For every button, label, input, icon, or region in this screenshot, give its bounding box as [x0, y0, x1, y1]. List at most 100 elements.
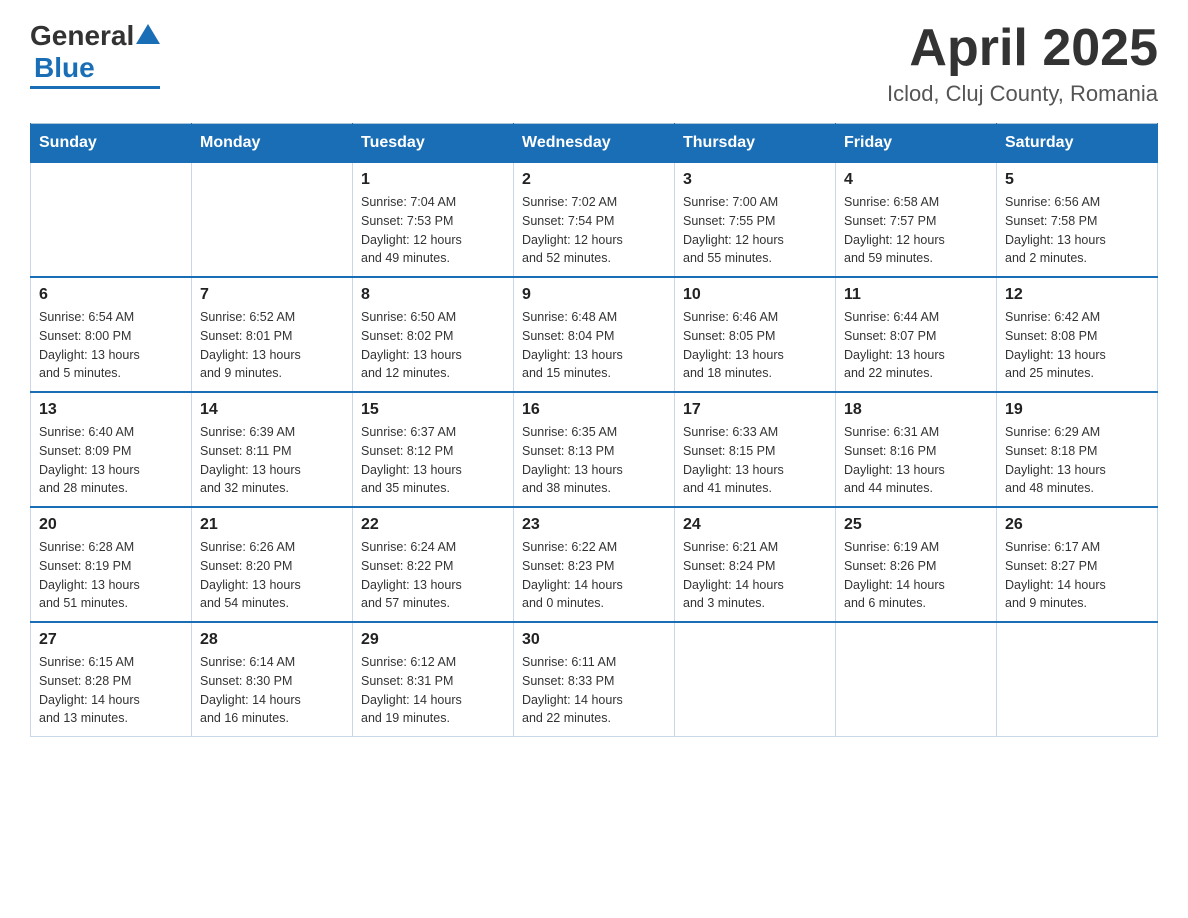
- day-number: 10: [683, 286, 827, 304]
- day-info: Sunrise: 6:42 AMSunset: 8:08 PMDaylight:…: [1005, 308, 1149, 383]
- day-number: 13: [39, 401, 183, 419]
- day-number: 20: [39, 516, 183, 534]
- table-row: 11 Sunrise: 6:44 AMSunset: 8:07 PMDayligh…: [836, 277, 997, 392]
- day-info: Sunrise: 6:31 AMSunset: 8:16 PMDaylight:…: [844, 423, 988, 498]
- calendar-week-row: 20 Sunrise: 6:28 AMSunset: 8:19 PMDayligh…: [31, 507, 1158, 622]
- table-row: 5 Sunrise: 6:56 AMSunset: 7:58 PMDaylight…: [997, 163, 1158, 278]
- day-number: 19: [1005, 401, 1149, 419]
- calendar-subtitle: Iclod, Cluj County, Romania: [887, 81, 1158, 107]
- table-row: 14 Sunrise: 6:39 AMSunset: 8:11 PMDayligh…: [192, 392, 353, 507]
- day-number: 14: [200, 401, 344, 419]
- calendar-table: Sunday Monday Tuesday Wednesday Thursday…: [30, 123, 1158, 737]
- table-row: 28 Sunrise: 6:14 AMSunset: 8:30 PMDayligh…: [192, 622, 353, 737]
- table-row: 6Sunrise: 6:54 AMSunset: 8:00 PMDaylight…: [31, 277, 192, 392]
- table-row: [836, 622, 997, 737]
- col-wednesday: Wednesday: [514, 124, 675, 163]
- day-info: Sunrise: 6:22 AMSunset: 8:23 PMDaylight:…: [522, 538, 666, 613]
- day-number: 11: [844, 286, 988, 304]
- calendar-title: April 2025: [887, 20, 1158, 77]
- day-info: Sunrise: 6:19 AMSunset: 8:26 PMDaylight:…: [844, 538, 988, 613]
- day-number: 29: [361, 631, 505, 649]
- day-number: 17: [683, 401, 827, 419]
- table-row: 29 Sunrise: 6:12 AMSunset: 8:31 PMDayligh…: [353, 622, 514, 737]
- calendar-week-row: 13Sunrise: 6:40 AMSunset: 8:09 PMDayligh…: [31, 392, 1158, 507]
- day-number: 21: [200, 516, 344, 534]
- table-row: [192, 163, 353, 278]
- table-row: 16 Sunrise: 6:35 AMSunset: 8:13 PMDayligh…: [514, 392, 675, 507]
- table-row: [675, 622, 836, 737]
- table-row: [997, 622, 1158, 737]
- col-friday: Friday: [836, 124, 997, 163]
- calendar-week-row: 1Sunrise: 7:04 AMSunset: 7:53 PMDaylight…: [31, 163, 1158, 278]
- day-number: 30: [522, 631, 666, 649]
- day-info: Sunrise: 6:58 AMSunset: 7:57 PMDaylight:…: [844, 193, 988, 268]
- day-number: 26: [1005, 516, 1149, 534]
- table-row: 7 Sunrise: 6:52 AMSunset: 8:01 PMDaylight…: [192, 277, 353, 392]
- table-row: 15Sunrise: 6:37 AMSunset: 8:12 PMDayligh…: [353, 392, 514, 507]
- day-number: 18: [844, 401, 988, 419]
- day-number: 7: [200, 286, 344, 304]
- day-info: Sunrise: 6:35 AMSunset: 8:13 PMDaylight:…: [522, 423, 666, 498]
- day-info: Sunrise: 6:17 AMSunset: 8:27 PMDaylight:…: [1005, 538, 1149, 613]
- day-number: 5: [1005, 171, 1149, 189]
- table-row: 17Sunrise: 6:33 AMSunset: 8:15 PMDayligh…: [675, 392, 836, 507]
- table-row: 30 Sunrise: 6:11 AMSunset: 8:33 PMDayligh…: [514, 622, 675, 737]
- table-row: 20 Sunrise: 6:28 AMSunset: 8:19 PMDayligh…: [31, 507, 192, 622]
- day-info: Sunrise: 6:54 AMSunset: 8:00 PMDaylight:…: [39, 308, 183, 383]
- day-number: 8: [361, 286, 505, 304]
- page-header: General Blue April 2025 Iclod, Cluj Coun…: [30, 20, 1158, 107]
- day-info: Sunrise: 6:56 AMSunset: 7:58 PMDaylight:…: [1005, 193, 1149, 268]
- day-info: Sunrise: 6:11 AMSunset: 8:33 PMDaylight:…: [522, 653, 666, 728]
- day-info: Sunrise: 7:00 AMSunset: 7:55 PMDaylight:…: [683, 193, 827, 268]
- day-number: 2: [522, 171, 666, 189]
- col-sunday: Sunday: [31, 124, 192, 163]
- day-info: Sunrise: 6:14 AMSunset: 8:30 PMDaylight:…: [200, 653, 344, 728]
- table-row: 25 Sunrise: 6:19 AMSunset: 8:26 PMDayligh…: [836, 507, 997, 622]
- day-info: Sunrise: 6:48 AMSunset: 8:04 PMDaylight:…: [522, 308, 666, 383]
- day-number: 9: [522, 286, 666, 304]
- logo-triangle-icon: [136, 24, 160, 44]
- day-number: 23: [522, 516, 666, 534]
- day-number: 25: [844, 516, 988, 534]
- day-info: Sunrise: 6:46 AMSunset: 8:05 PMDaylight:…: [683, 308, 827, 383]
- day-info: Sunrise: 6:21 AMSunset: 8:24 PMDaylight:…: [683, 538, 827, 613]
- day-info: Sunrise: 6:28 AMSunset: 8:19 PMDaylight:…: [39, 538, 183, 613]
- day-info: Sunrise: 7:04 AMSunset: 7:53 PMDaylight:…: [361, 193, 505, 268]
- table-row: 27Sunrise: 6:15 AMSunset: 8:28 PMDayligh…: [31, 622, 192, 737]
- day-info: Sunrise: 6:12 AMSunset: 8:31 PMDaylight:…: [361, 653, 505, 728]
- logo: General Blue: [30, 20, 160, 89]
- day-number: 3: [683, 171, 827, 189]
- day-number: 28: [200, 631, 344, 649]
- table-row: 24Sunrise: 6:21 AMSunset: 8:24 PMDayligh…: [675, 507, 836, 622]
- day-info: Sunrise: 6:24 AMSunset: 8:22 PMDaylight:…: [361, 538, 505, 613]
- calendar-week-row: 27Sunrise: 6:15 AMSunset: 8:28 PMDayligh…: [31, 622, 1158, 737]
- table-row: 12 Sunrise: 6:42 AMSunset: 8:08 PMDayligh…: [997, 277, 1158, 392]
- table-row: 21 Sunrise: 6:26 AMSunset: 8:20 PMDayligh…: [192, 507, 353, 622]
- day-number: 15: [361, 401, 505, 419]
- table-row: 19 Sunrise: 6:29 AMSunset: 8:18 PMDayligh…: [997, 392, 1158, 507]
- table-row: 3 Sunrise: 7:00 AMSunset: 7:55 PMDaylight…: [675, 163, 836, 278]
- logo-underline: [30, 86, 160, 89]
- day-number: 27: [39, 631, 183, 649]
- day-info: Sunrise: 6:26 AMSunset: 8:20 PMDaylight:…: [200, 538, 344, 613]
- day-info: Sunrise: 7:02 AMSunset: 7:54 PMDaylight:…: [522, 193, 666, 268]
- day-info: Sunrise: 6:44 AMSunset: 8:07 PMDaylight:…: [844, 308, 988, 383]
- table-row: 8Sunrise: 6:50 AMSunset: 8:02 PMDaylight…: [353, 277, 514, 392]
- table-row: 9 Sunrise: 6:48 AMSunset: 8:04 PMDaylight…: [514, 277, 675, 392]
- table-row: 23 Sunrise: 6:22 AMSunset: 8:23 PMDayligh…: [514, 507, 675, 622]
- table-row: 10 Sunrise: 6:46 AMSunset: 8:05 PMDayligh…: [675, 277, 836, 392]
- table-row: 22Sunrise: 6:24 AMSunset: 8:22 PMDayligh…: [353, 507, 514, 622]
- table-row: 2 Sunrise: 7:02 AMSunset: 7:54 PMDaylight…: [514, 163, 675, 278]
- day-number: 4: [844, 171, 988, 189]
- table-row: 13Sunrise: 6:40 AMSunset: 8:09 PMDayligh…: [31, 392, 192, 507]
- title-block: April 2025 Iclod, Cluj County, Romania: [887, 20, 1158, 107]
- day-number: 12: [1005, 286, 1149, 304]
- day-info: Sunrise: 6:29 AMSunset: 8:18 PMDaylight:…: [1005, 423, 1149, 498]
- table-row: 26 Sunrise: 6:17 AMSunset: 8:27 PMDayligh…: [997, 507, 1158, 622]
- day-info: Sunrise: 6:39 AMSunset: 8:11 PMDaylight:…: [200, 423, 344, 498]
- col-tuesday: Tuesday: [353, 124, 514, 163]
- logo-blue-text: Blue: [34, 52, 95, 84]
- day-number: 16: [522, 401, 666, 419]
- day-info: Sunrise: 6:52 AMSunset: 8:01 PMDaylight:…: [200, 308, 344, 383]
- col-monday: Monday: [192, 124, 353, 163]
